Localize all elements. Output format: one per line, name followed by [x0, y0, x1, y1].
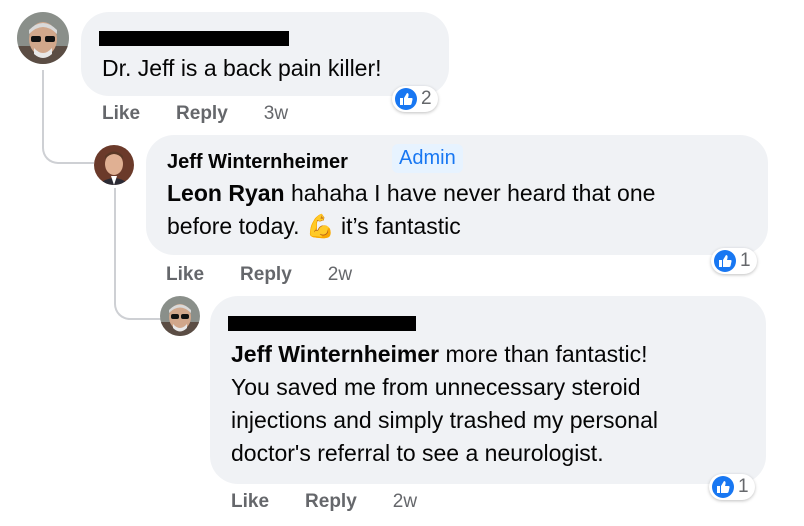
reply-button[interactable]: Reply — [176, 103, 228, 124]
timestamp[interactable]: 2w — [393, 491, 417, 512]
thread-connector-reply-2 — [114, 270, 162, 320]
avatar-jeff-winternheimer[interactable] — [94, 145, 134, 185]
comment-text-2: Leon Ryan hahaha I have never heard that… — [167, 180, 656, 239]
avatar-commenter-1[interactable] — [17, 12, 69, 64]
like-thumb-icon — [395, 88, 417, 110]
reaction-count: 1 — [740, 250, 751, 271]
comment-text-1: Dr. Jeff is a back pain killer! — [102, 55, 382, 81]
comment-bubble-3: Jeff Winternheimer more than fantastic! … — [210, 296, 766, 484]
reaction-count: 2 — [421, 88, 432, 109]
avatar-commenter-3[interactable] — [160, 296, 200, 336]
like-button[interactable]: Like — [166, 264, 204, 285]
like-button[interactable]: Like — [102, 103, 140, 124]
reaction-count-3[interactable]: 1 — [709, 474, 755, 500]
redacted-author-name — [99, 31, 289, 46]
thread-line-reply — [114, 188, 116, 278]
redacted-author-name — [228, 316, 416, 331]
comment-text-3: Jeff Winternheimer more than fantastic! … — [231, 341, 658, 466]
comment-bubble-2: Jeff Winternheimer Admin Leon Ryan hahah… — [146, 135, 768, 255]
timestamp[interactable]: 3w — [264, 103, 288, 124]
reply-button[interactable]: Reply — [305, 491, 357, 512]
like-button[interactable]: Like — [231, 491, 269, 512]
reply-button[interactable]: Reply — [240, 264, 292, 285]
like-thumb-icon — [714, 250, 736, 272]
admin-badge: Admin — [392, 144, 463, 173]
like-thumb-icon — [712, 476, 734, 498]
comment-actions-2: Like Reply 2w — [166, 264, 352, 286]
comment-bubble-1: Dr. Jeff is a back pain killer! — [81, 12, 449, 96]
author-name[interactable]: Jeff Winternheimer — [167, 151, 348, 174]
reaction-count-2[interactable]: 1 — [711, 248, 757, 274]
reaction-count-1[interactable]: 2 — [392, 86, 438, 112]
mention-link[interactable]: Jeff Winternheimer — [231, 341, 439, 367]
mention-link[interactable]: Leon Ryan — [167, 180, 285, 206]
flexed-biceps-emoji-icon: 💪 — [305, 213, 335, 239]
thread-connector-reply-1 — [42, 110, 94, 164]
comment-actions-1: Like Reply 3w — [102, 103, 288, 125]
comment-actions-3: Like Reply 2w — [231, 491, 417, 513]
reaction-count: 1 — [738, 476, 749, 497]
timestamp[interactable]: 2w — [328, 264, 352, 285]
